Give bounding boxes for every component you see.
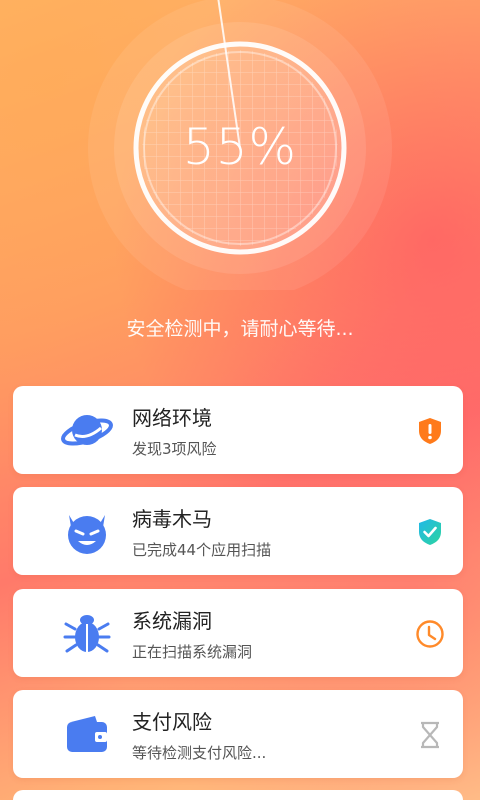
scan-item-subtitle: 发现3项风险 <box>132 440 217 458</box>
scan-item-subtitle: 正在扫描系统漏洞 <box>132 643 253 661</box>
scan-item-title: 系统漏洞 <box>132 609 212 633</box>
scan-item-vulnerability[interactable]: 系统漏洞 正在扫描系统漏洞 <box>13 589 463 677</box>
scan-item-title: 网络环境 <box>132 406 212 430</box>
hourglass-icon <box>415 720 445 750</box>
scan-item-subtitle: 已完成44个应用扫描 <box>132 541 272 559</box>
warning-shield-icon <box>415 416 445 446</box>
scan-item-title: 病毒木马 <box>132 507 212 531</box>
scan-status-text: 安全检测中，请耐心等待... <box>126 318 354 340</box>
devil-icon <box>61 505 113 557</box>
scan-item-title: 支付风险 <box>132 710 212 734</box>
scan-item-virus[interactable]: 病毒木马 已完成44个应用扫描 <box>13 487 463 575</box>
wallet-icon <box>61 708 113 760</box>
clock-icon <box>415 619 445 649</box>
planet-icon <box>61 404 113 456</box>
scan-item-subtitle: 等待检测支付风险... <box>132 744 267 762</box>
scan-item-network[interactable]: 网络环境 发现3项风险 <box>13 386 463 474</box>
scan-item-payment[interactable]: 支付风险 等待检测支付风险... <box>13 690 463 778</box>
check-shield-icon <box>415 517 445 547</box>
scan-item-partial <box>13 790 463 800</box>
bug-icon <box>61 607 113 659</box>
scan-percent: 55% <box>182 118 298 176</box>
